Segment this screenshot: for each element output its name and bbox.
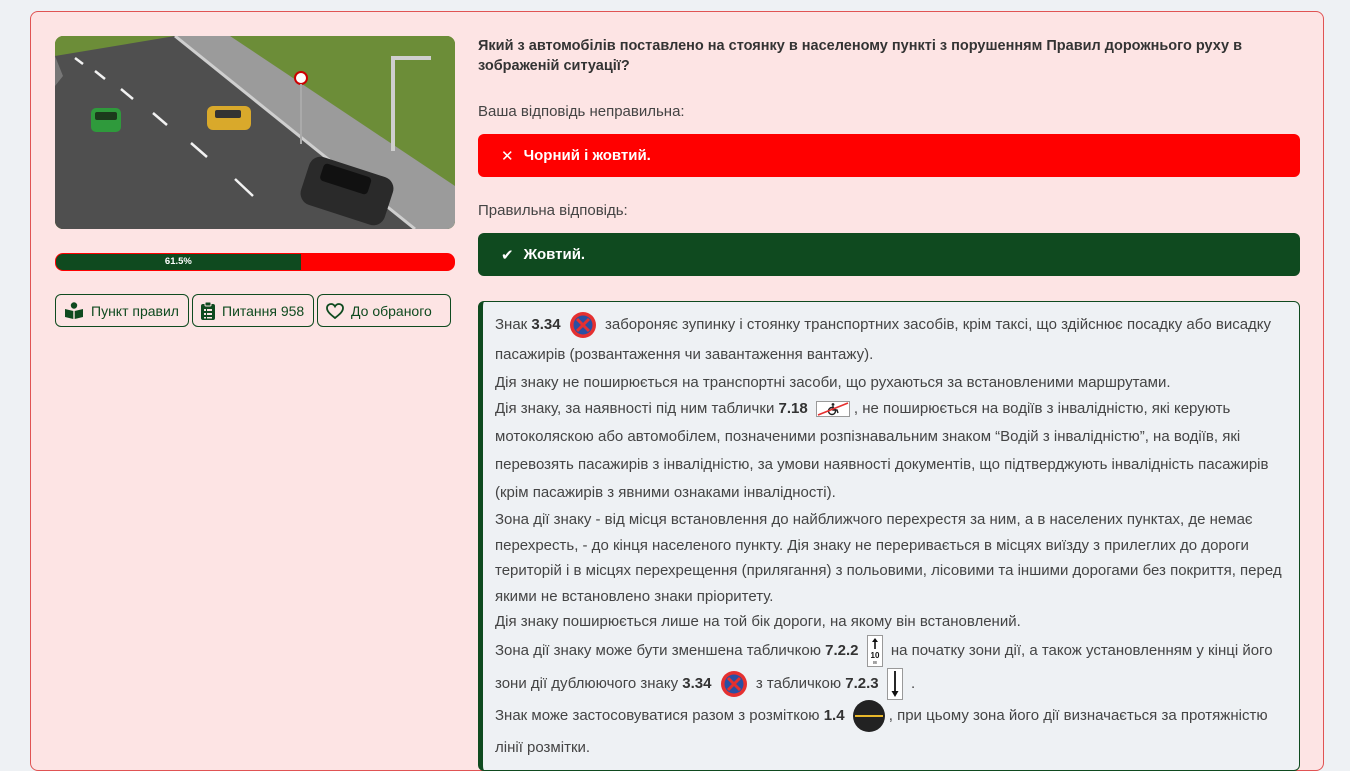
sign-number: 1.4: [823, 707, 845, 725]
explanation-text: Дія знаку, за наявності під ним таблички: [495, 400, 779, 417]
plate-unit: м: [873, 660, 877, 666]
check-icon: ✔: [501, 246, 514, 264]
progress-bar: 61.5%: [55, 253, 455, 271]
add-to-favorites-button[interactable]: До обраного: [317, 294, 451, 327]
sign-number: 3.34: [531, 316, 561, 333]
book-reader-icon: [65, 302, 83, 319]
no-stopping-sign-icon: [569, 312, 596, 339]
explanation-paragraph: Знак 3.34 забороняє зупинку і стоянку тр…: [495, 310, 1287, 370]
explanation-text: Знак може застосовуватися разом з розміт…: [495, 707, 824, 725]
correct-answer-label: Правильна відповідь:: [478, 202, 628, 219]
explanation-paragraph: Знак може застосовуватися разом з розміт…: [495, 700, 1287, 763]
explanation-paragraph: Дія знаку не поширюється на транспортні …: [495, 374, 1171, 391]
action-buttons: Пункт правил Питання 958 До обраного: [55, 294, 455, 327]
question-card: 61.5% Пункт правил Питання 958 До обрано…: [30, 11, 1324, 771]
no-stopping-sign-icon: [720, 671, 747, 698]
your-answer-text: Чорний і жовтий.: [523, 147, 651, 164]
explanation-text: з табличкою: [755, 675, 846, 693]
zone-end-plate-icon: [886, 668, 903, 701]
left-column: 61.5% Пункт правил Питання 958 До обрано…: [55, 36, 455, 327]
explanation-paragraph: Зона дії знаку може бути зменшена таблич…: [495, 634, 1287, 701]
your-answer-box: ✕ Чорний і жовтий.: [478, 134, 1300, 177]
distance-plate-icon: 10 м: [866, 635, 883, 668]
question-image: [55, 36, 455, 229]
favorites-button-label: До обраного: [351, 302, 432, 319]
explanation-paragraph: Дія знаку поширюється лише на той бік до…: [495, 613, 1021, 630]
correct-answer-text: Жовтий.: [523, 246, 586, 263]
right-column: Який з автомобілів поставлено на стоянку…: [478, 36, 1300, 771]
correct-answer-box: ✔ Жовтий.: [478, 233, 1300, 276]
plate-value: 10: [870, 651, 879, 660]
heart-icon: [326, 302, 344, 319]
question-number-button[interactable]: Питання 958: [192, 294, 314, 327]
question-text: Який з автомобілів поставлено на стоянку…: [478, 38, 1243, 74]
explanation-text: Зона дії знаку може бути зменшена таблич…: [495, 642, 826, 659]
question-number-label: Питання 958: [222, 302, 305, 319]
sign-number: 7.2.2: [825, 642, 859, 659]
your-answer-label: Ваша відповідь неправильна:: [478, 103, 685, 120]
road-marking-icon: [852, 700, 885, 733]
cross-icon: ✕: [501, 147, 514, 165]
clipboard-list-icon: [201, 301, 215, 320]
sign-number: 3.34: [682, 675, 712, 693]
rules-button-label: Пункт правил: [91, 302, 179, 319]
progress-label: 61.5%: [164, 256, 192, 267]
explanation-text: Знак: [495, 316, 532, 333]
explanation-text: забороняє зупинку і стоянку транспортних…: [495, 316, 1272, 363]
rules-button[interactable]: Пункт правил: [55, 294, 189, 327]
explanation-text: .: [911, 675, 916, 693]
sign-number: 7.2.3: [845, 675, 879, 693]
explanation-paragraph: Дія знаку, за наявності під ним таблички…: [495, 395, 1287, 507]
disabled-driver-plate-icon: [815, 401, 850, 418]
sign-number: 7.18: [778, 400, 808, 417]
explanation-paragraph: Зона дії знаку - від місця встановлення …: [495, 511, 1282, 605]
explanation-panel: Знак 3.34 забороняє зупинку і стоянку тр…: [478, 301, 1300, 771]
